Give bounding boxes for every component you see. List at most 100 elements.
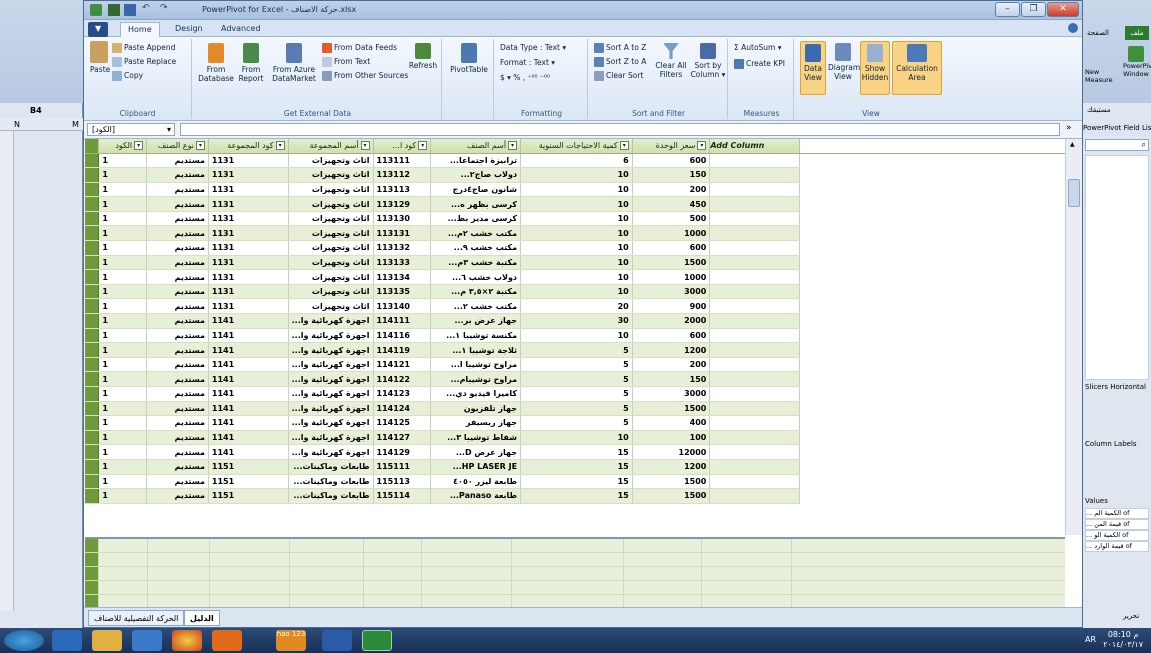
column-header[interactable]: كود المجموعة ▾ (208, 139, 289, 154)
row-selector[interactable] (85, 371, 100, 387)
table-cell[interactable]: 1141 (208, 313, 289, 329)
add-column-cell[interactable] (709, 444, 800, 460)
table-cell[interactable]: 113132 (373, 240, 432, 256)
row-selector[interactable] (85, 284, 100, 300)
table-cell[interactable]: ...طابعات وماكينات (288, 488, 374, 504)
table-cell[interactable]: 15 (520, 459, 633, 475)
table-cell[interactable]: 15 (520, 488, 633, 504)
table-row[interactable]: 1 مستديم 1131 اثاث وتجهيزات 113133 ...مكتبة خ… (85, 255, 1075, 271)
table-cell[interactable]: 1141 (208, 328, 289, 344)
table-cell[interactable]: 114121 (373, 357, 432, 373)
clock[interactable]: 08:10 م ٢٠١٤/٠٣/١٧ (1103, 630, 1143, 650)
table-cell[interactable]: 1 (98, 211, 148, 227)
row-selector[interactable] (85, 167, 100, 183)
table-cell[interactable]: 2000 (632, 313, 711, 329)
column-header[interactable]: كمية الاحتياجات السنوية ▾ (520, 139, 633, 154)
row-selector[interactable] (85, 240, 100, 256)
tab-home[interactable]: Home (120, 22, 160, 37)
table-cell[interactable]: 10 (520, 284, 633, 300)
value-item[interactable]: ... الكمية الو of (1085, 530, 1149, 541)
table-cell[interactable]: مستديم (146, 211, 209, 227)
table-cell[interactable]: 1 (98, 430, 148, 446)
table-cell[interactable]: مستديم (146, 298, 209, 315)
add-column-cell[interactable] (709, 269, 800, 285)
table-row[interactable]: 1 مستديم 1131 اثاث وتجهيزات 113135 ...مكتبة ٢… (85, 284, 1075, 300)
table-cell[interactable]: 1 (98, 240, 148, 256)
paste-append-button[interactable]: Paste Append (112, 43, 175, 53)
from-feeds-button[interactable]: From Data Feeds (322, 43, 397, 53)
table-cell[interactable]: 1 (98, 153, 148, 169)
table-cell[interactable]: 1 (98, 167, 148, 183)
clear-sort-button[interactable]: Clear Sort (594, 71, 643, 81)
new-measure-button[interactable]: New Measure (1085, 68, 1113, 84)
excel-icon[interactable] (108, 4, 120, 16)
table-cell[interactable]: 900 (632, 298, 711, 315)
table-cell[interactable]: 1200 (632, 342, 711, 358)
table-cell[interactable]: اثاث وتجهيزات (288, 225, 374, 242)
row-selector[interactable] (85, 415, 100, 431)
diagram-view-button[interactable]: Diagram View (828, 41, 860, 81)
table-cell[interactable]: 10 (520, 211, 633, 227)
add-column-cell[interactable] (709, 167, 800, 183)
tab-design[interactable]: Design (168, 22, 210, 37)
row-selector[interactable] (85, 488, 100, 504)
table-cell[interactable]: 10 (520, 182, 633, 198)
table-cell[interactable]: ...طابعات وماكينات (288, 474, 374, 490)
table-cell[interactable]: 114129 (373, 444, 432, 460)
table-cell[interactable]: 1131 (208, 269, 289, 285)
column-header[interactable]: نوع الصنف ▾ (146, 139, 209, 154)
excel-file-tab[interactable]: ملف (1125, 26, 1149, 40)
table-cell[interactable]: 5 (520, 386, 633, 402)
table-cell[interactable]: ...اجهزة كهربائية وا (288, 430, 374, 446)
table-cell[interactable]: مستديم (146, 240, 209, 256)
filter-dropdown-icon[interactable]: ▾ (619, 141, 629, 151)
table-cell[interactable]: 113111 (373, 153, 432, 169)
table-cell[interactable]: اثاث وتجهيزات (288, 182, 374, 198)
table-row[interactable]: 1 مستديم 1141 ...اجهزة كهربائية وا 114124 جها… (85, 401, 1075, 417)
table-cell[interactable]: 1 (98, 488, 148, 504)
table-cell[interactable]: مستديم (146, 357, 209, 373)
table-cell[interactable]: 114125 (373, 415, 432, 431)
sort-az-button[interactable]: Sort A to Z (594, 43, 646, 53)
table-cell[interactable]: 1141 (208, 415, 289, 431)
table-row[interactable]: 1 مستديم 1141 ...اجهزة كهربائية وا 114127...… (85, 430, 1075, 446)
table-row[interactable]: 1 مستديم 1131 اثاث وتجهيزات 113140 ...مكتب خش… (85, 298, 1075, 315)
table-cell[interactable]: مستديم (146, 444, 209, 460)
table-cell[interactable]: ...دولاب صاج٢ (430, 167, 522, 183)
hao123-icon[interactable]: hao 123 (276, 630, 306, 651)
table-cell[interactable]: 1141 (208, 444, 289, 460)
start-button[interactable] (4, 630, 44, 651)
filter-dropdown-icon[interactable]: ▾ (697, 141, 707, 151)
paste-replace-button[interactable]: Paste Replace (112, 57, 176, 67)
row-selector[interactable] (85, 430, 100, 446)
table-cell[interactable]: 5 (520, 401, 633, 417)
filter-dropdown-icon[interactable]: ▾ (508, 141, 518, 151)
table-cell[interactable]: 1131 (208, 182, 289, 198)
table-cell[interactable]: اثاث وتجهيزات (288, 298, 374, 315)
add-column-cell[interactable] (709, 196, 800, 212)
table-cell[interactable]: 600 (632, 240, 711, 256)
table-cell[interactable]: ...D جهاز عرض (430, 444, 522, 460)
table-cell[interactable]: 12000 (632, 444, 711, 460)
table-row[interactable]: 1 مستديم 1131 اثاث وتجهيزات 113112 ...دولاب ص… (85, 167, 1075, 183)
table-cell[interactable]: ...مكتب خشب ٩ (430, 240, 522, 256)
table-cell[interactable]: 1131 (208, 240, 289, 256)
create-kpi-button[interactable]: Create KPI (734, 59, 785, 69)
calculation-area[interactable] (85, 537, 1065, 609)
column-header[interactable]: الكود ▾ (98, 139, 148, 154)
table-cell[interactable]: ...مكنسة توشيبا ١ (430, 328, 522, 344)
table-cell[interactable]: ...طابعات وماكينات (288, 459, 374, 475)
table-cell[interactable]: 200 (632, 182, 711, 198)
show-hidden-button[interactable]: Show Hidden (860, 41, 890, 95)
table-cell[interactable]: 5 (520, 415, 633, 431)
table-cell[interactable]: اثاث وتجهيزات (288, 211, 374, 227)
table-cell[interactable]: جهاز تلفزيون (430, 401, 522, 417)
name-box[interactable]: [الكود] ▾ (87, 123, 175, 136)
table-cell[interactable]: 1141 (208, 371, 289, 387)
add-column-cell[interactable] (709, 415, 800, 431)
undo-icon[interactable]: ↶ (142, 3, 150, 13)
row-selector[interactable] (85, 313, 100, 329)
table-cell[interactable]: ...مكتب خشب ٢م (430, 225, 522, 242)
table-cell[interactable]: 150 (632, 167, 711, 183)
table-cell[interactable]: 1131 (208, 298, 289, 315)
